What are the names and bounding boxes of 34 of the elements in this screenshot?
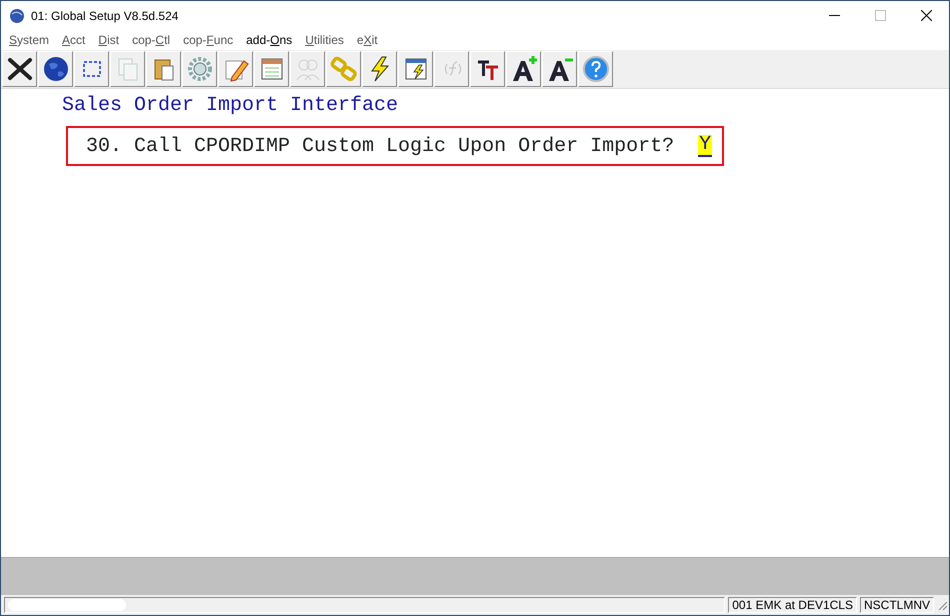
toolbar-button[interactable]	[74, 51, 109, 87]
toolbar-button[interactable]	[470, 51, 505, 87]
menu-item[interactable]: eXit	[352, 33, 382, 47]
screen-heading: Sales Order Import Interface	[62, 94, 400, 118]
status-text: 001 EMK at DEV1CLS	[728, 597, 857, 613]
toolbar-button[interactable]	[398, 51, 433, 87]
window-title: 01: Global Setup V8.5d.524	[31, 8, 180, 22]
close-icon	[920, 10, 932, 21]
gear-icon	[186, 55, 214, 83]
menu-item[interactable]: cop-Func	[179, 33, 238, 47]
menu-item[interactable]: Dist	[94, 33, 124, 47]
globe-icon	[42, 55, 70, 83]
field-prompt: 30. Call CPORDIMP Custom Logic Upon Order Import?	[86, 134, 674, 158]
toolbar-button[interactable]	[362, 51, 397, 87]
menu-item[interactable]: cop-Ctl	[128, 33, 174, 47]
menu-item[interactable]: System	[5, 33, 54, 47]
menu-item[interactable]: Acct	[58, 33, 90, 47]
toolbar-button[interactable]	[506, 51, 541, 87]
menu-item[interactable]: add-Ons	[242, 33, 296, 47]
close-icon	[6, 55, 34, 83]
help-icon	[582, 55, 610, 83]
resize-grip-icon	[937, 600, 947, 610]
toolbar-button[interactable]	[2, 51, 37, 87]
status-text: NSCTLMNV	[860, 597, 934, 613]
menu-item[interactable]: Utilities	[301, 33, 348, 47]
maximize-icon	[874, 10, 886, 21]
toolbar-button[interactable]	[38, 51, 73, 87]
answer-field[interactable]: Y	[698, 135, 712, 157]
toolbar-button[interactable]	[542, 51, 577, 87]
toolbar-button[interactable]	[254, 51, 289, 87]
minimize-icon	[828, 14, 840, 16]
app-logo-icon	[9, 8, 25, 24]
toolbar-button[interactable]	[218, 51, 253, 87]
chain-icon	[330, 55, 358, 83]
